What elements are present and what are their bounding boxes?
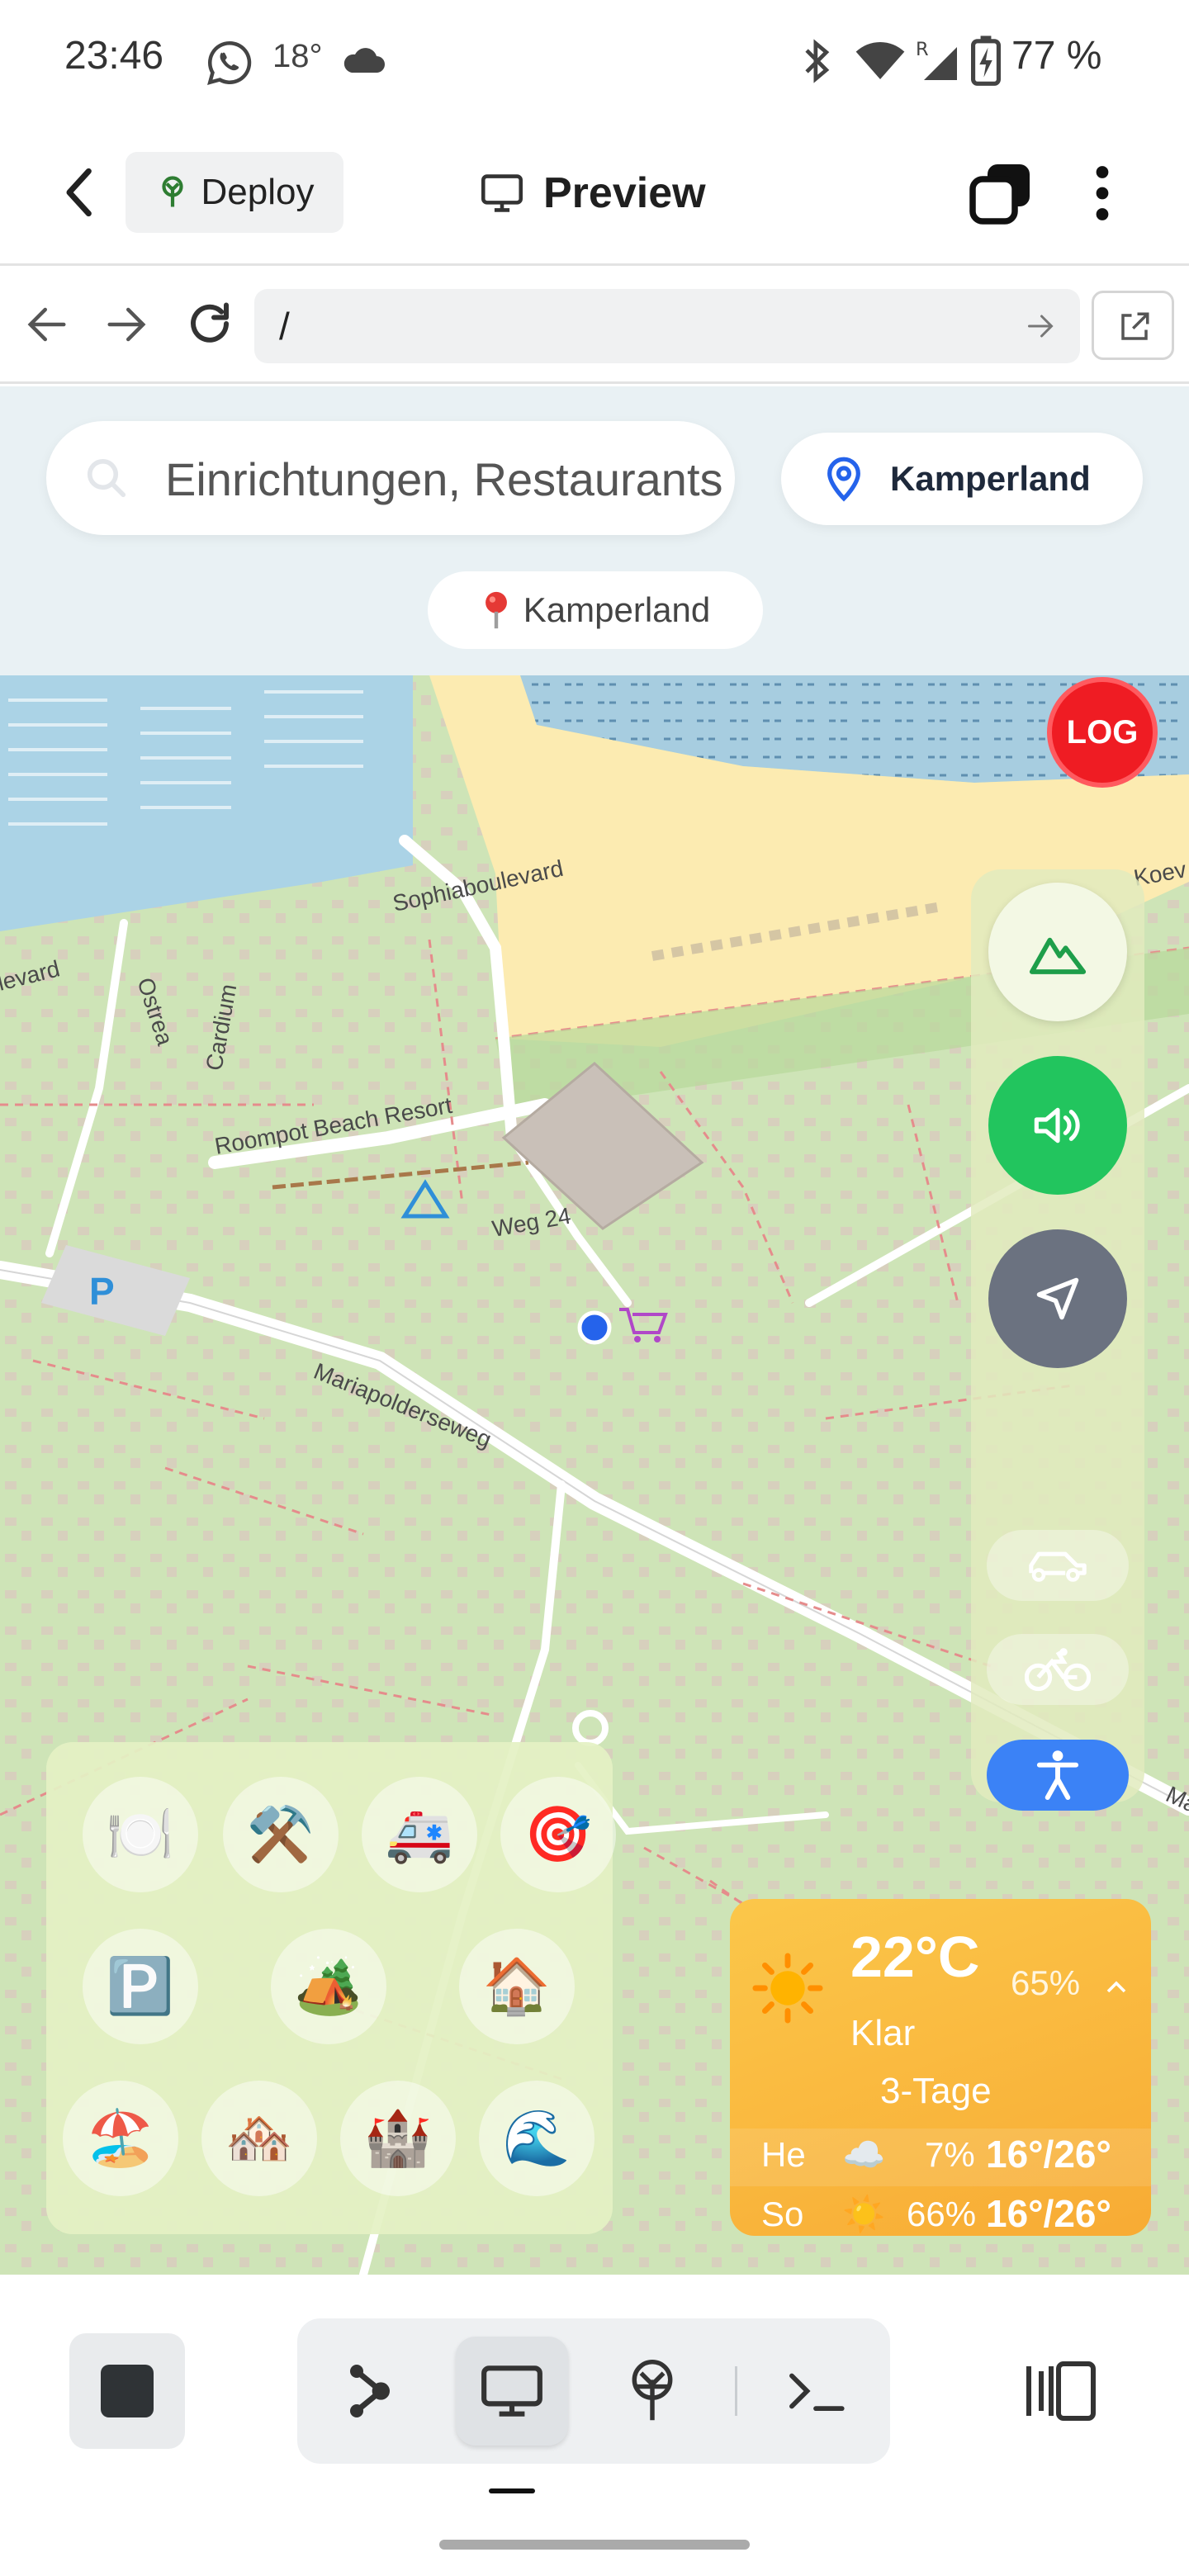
deploy-label: Deploy: [201, 172, 315, 212]
status-temperature: 18°: [272, 38, 323, 74]
poi-restaurant-button[interactable]: 🍽️: [83, 1777, 198, 1892]
location-button[interactable]: Kamperland: [781, 433, 1143, 525]
weather-temperature: 22°C: [850, 1925, 980, 1989]
search-icon: [87, 458, 126, 498]
location-pin-icon: [827, 457, 860, 502]
weather-widget[interactable]: 22°C 65% Klar 3-Tage He ☁️ 7% 16°/26° So…: [730, 1899, 1151, 2236]
bike-mode-button[interactable]: [987, 1634, 1129, 1705]
forecast-precip: 66%: [907, 2195, 977, 2233]
split-view-icon[interactable]: [1024, 2358, 1098, 2424]
forecast-icon: ☁️: [842, 2135, 886, 2174]
open-external-button[interactable]: [1092, 291, 1174, 360]
chevron-up-icon[interactable]: [1105, 1978, 1128, 1995]
forecast-day: So: [761, 2195, 804, 2233]
parking-label: P: [89, 1270, 115, 1313]
url-field[interactable]: /: [254, 289, 1080, 363]
sun-icon: [752, 1953, 823, 2024]
deploy-tree-icon: [632, 2360, 673, 2421]
battery-icon: [971, 36, 1001, 86]
poi-castle-button[interactable]: 🏰: [340, 2081, 456, 2196]
active-indicator: [489, 2488, 535, 2493]
search-input[interactable]: Einrichtungen, Restaurants: [46, 421, 735, 535]
log-button[interactable]: LOG: [1047, 677, 1158, 788]
sound-button[interactable]: [988, 1056, 1127, 1195]
open-external-icon: [1121, 312, 1149, 340]
reload-icon[interactable]: [185, 299, 234, 348]
poi-parking-button[interactable]: 🅿️: [83, 1929, 198, 2044]
graph-icon: [350, 2365, 390, 2417]
weather-condition: Klar: [850, 2013, 916, 2053]
stop-button[interactable]: [69, 2333, 185, 2449]
forecast-row: He ☁️ 7% 16°/26°: [730, 2129, 1151, 2186]
bluetooth-icon: [805, 39, 830, 83]
deploy-mode-button[interactable]: [596, 2337, 708, 2446]
poi-category-panel: 🍽️ ⚒️ 🚑 🎯 🅿️ 🏕️ 🏠 🏖️ 🏘️ 🏰 🌊: [46, 1742, 616, 2234]
poi-beach-button[interactable]: 🏖️: [63, 2081, 178, 2196]
weather-humidity: 65%: [1011, 1963, 1081, 2002]
tabs-icon[interactable]: [968, 162, 1032, 226]
forecast-day: He: [761, 2135, 806, 2174]
walk-mode-button[interactable]: [987, 1740, 1129, 1811]
status-battery: 77 %: [1011, 34, 1102, 78]
red-pin-icon: [485, 591, 507, 629]
navigation-arrow-icon: [1036, 1277, 1079, 1320]
mode-divider: [735, 2366, 737, 2416]
accessibility-icon: [1036, 1750, 1079, 1801]
status-time: 23:46: [64, 34, 164, 78]
forecast-title: 3-Tage: [880, 2071, 992, 2111]
map-app: Einrichtungen, Restaurants Kamperland Ka…: [0, 386, 1189, 2275]
forecast-icon: ☀️: [842, 2195, 886, 2233]
poi-house-button[interactable]: 🏠: [459, 1929, 575, 2044]
navigate-button[interactable]: [988, 1229, 1127, 1368]
poi-water-button[interactable]: 🌊: [479, 2081, 594, 2196]
forecast-precip: 7%: [925, 2135, 975, 2174]
terminal-mode-button[interactable]: [760, 2337, 872, 2446]
terminal-icon: [789, 2373, 845, 2412]
poi-service-button[interactable]: ⚒️: [223, 1777, 339, 1892]
back-icon[interactable]: [58, 165, 104, 220]
map-controls: [971, 869, 1144, 1811]
forecast-range: 16°/26°: [986, 2192, 1111, 2235]
deploy-icon: [161, 176, 183, 207]
location-button-label: Kamperland: [890, 459, 1091, 498]
url-text: /: [279, 305, 290, 348]
whatsapp-icon: [207, 40, 252, 85]
mountain-icon: [1029, 937, 1087, 974]
svg-text:R: R: [916, 39, 929, 60]
deploy-button[interactable]: Deploy: [126, 152, 343, 233]
wifi-icon: [855, 41, 905, 79]
terrain-button[interactable]: [988, 883, 1127, 1021]
view-mode-group: [297, 2318, 890, 2464]
graph-mode-button[interactable]: [314, 2337, 426, 2446]
poi-camping-button[interactable]: 🏕️: [271, 1929, 386, 2044]
status-bar: 23:46 18° R 77 %: [0, 0, 1189, 124]
monitor-icon: [481, 174, 523, 212]
browser-forward-icon[interactable]: [104, 304, 149, 345]
user-location-marker: [577, 1310, 612, 1345]
signal-icon: R: [916, 39, 957, 80]
car-mode-button[interactable]: [987, 1530, 1129, 1601]
home-indicator[interactable]: [439, 2540, 750, 2550]
preview-title: Preview: [479, 162, 706, 225]
stop-icon: [101, 2365, 154, 2417]
search-placeholder: Einrichtungen, Restaurants: [165, 453, 723, 505]
forecast-range: 16°/26°: [986, 2133, 1111, 2176]
preview-label: Preview: [543, 169, 706, 217]
car-icon: [1029, 1551, 1087, 1582]
more-vert-icon[interactable]: [1090, 165, 1115, 221]
poi-medical-button[interactable]: 🚑: [362, 1777, 477, 1892]
speaker-icon: [1034, 1107, 1080, 1144]
monitor-icon: [481, 2365, 542, 2417]
current-location-pill[interactable]: Kamperland: [428, 571, 763, 649]
location-pill-label: Kamperland: [523, 590, 711, 629]
preview-mode-button[interactable]: [456, 2337, 568, 2446]
forecast-row: So ☀️ 66% 16°/26°: [730, 2188, 1151, 2236]
bicycle-icon: [1025, 1648, 1091, 1692]
poi-holiday-homes-button[interactable]: 🏘️: [201, 2081, 317, 2196]
cloud-icon: [343, 48, 385, 73]
go-arrow-icon[interactable]: [1026, 312, 1055, 340]
browser-back-icon[interactable]: [25, 304, 69, 345]
poi-activities-button[interactable]: 🎯: [500, 1777, 616, 1892]
